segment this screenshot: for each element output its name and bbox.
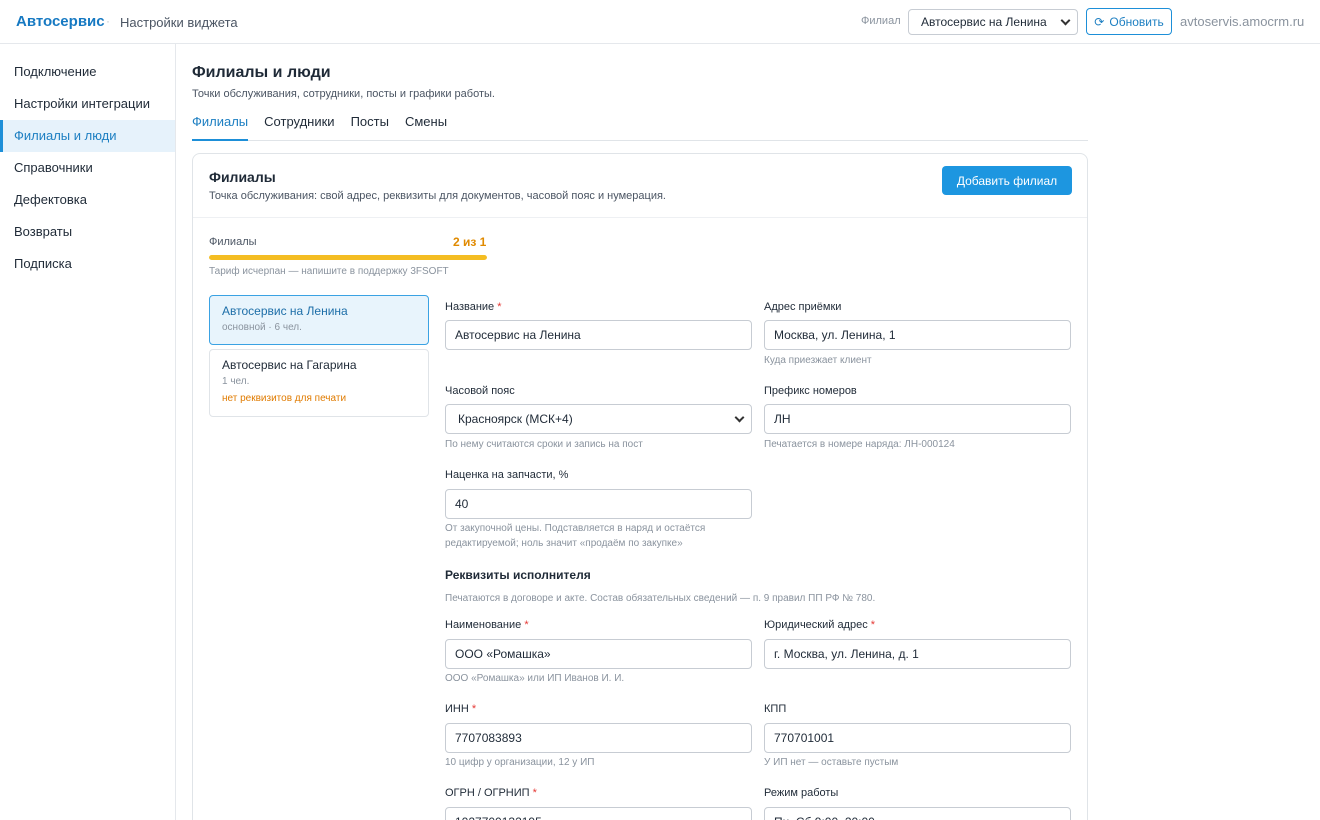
tab-branches[interactable]: Филиалы [192, 114, 249, 141]
account-domain: avtoservis.amocrm.ru [1180, 14, 1305, 29]
address-field-hint: Куда приезжает клиент [764, 355, 872, 366]
card-header: Филиалы Точка обслуживания: свой адрес, … [193, 154, 1087, 218]
kpp-field-label: КПП [764, 703, 787, 715]
timezone-select-value: Красноярск (МСК+4) [458, 412, 573, 426]
inn-field-hint: 10 цифр у организации, 12 у ИП [445, 757, 595, 768]
branch-name: Автосервис на Гагарина [222, 358, 357, 372]
legal-address-field-label: Юридический адрес * [764, 619, 876, 631]
sidebar-item-branches-people[interactable]: Филиалы и люди [0, 120, 175, 152]
branch-list-item-selected[interactable]: Автосервис на Ленина основной · 6 чел. [209, 295, 429, 345]
address-field[interactable]: Москва, ул. Ленина, 1 [764, 320, 1071, 350]
sidebar-item-integration-settings[interactable]: Настройки интеграции [0, 88, 175, 120]
quota-label: Филиалы [209, 236, 257, 248]
add-branch-button[interactable]: Добавить филиал [942, 166, 1072, 195]
quota-count: 2 из 1 [453, 235, 487, 249]
prefix-field-hint: Печатается в номере наряда: ЛН-000124 [764, 439, 955, 450]
page-subtitle: Точки обслуживания, сотрудники, посты и … [192, 88, 495, 100]
tab-employees[interactable]: Сотрудники [264, 114, 334, 141]
brand-logo[interactable]: Автосервис [16, 13, 105, 30]
top-bar: Автосервис · Настройки виджета Филиал Ав… [0, 0, 1320, 44]
inn-field[interactable]: 7707083893 [445, 723, 752, 753]
required-mark: * [497, 301, 502, 313]
markup-field-label: Наценка на запчасти, % [445, 469, 569, 481]
name-field-label: Название * [445, 301, 502, 313]
refresh-icon: ⟳ [1094, 14, 1105, 29]
legal-name-field-hint: ООО «Ромашка» или ИП Иванов И. И. [445, 673, 625, 684]
tab-shifts[interactable]: Смены [405, 114, 447, 141]
schedule-field[interactable]: Пн–Сб 9:00–20:00 [764, 807, 1071, 820]
sidebar-item-directories[interactable]: Справочники [0, 152, 175, 184]
markup-field-hint-line2: редактируемой; ноль значит «продаём по з… [445, 538, 683, 549]
quota-progress-fill [209, 255, 487, 260]
kpp-field[interactable]: 770701001 [764, 723, 1071, 753]
branch-meta: основной · 6 чел. [222, 322, 302, 333]
tab-posts[interactable]: Посты [351, 114, 389, 141]
refresh-button-label: Обновить [1109, 14, 1164, 29]
timezone-field-label: Часовой пояс [445, 385, 515, 397]
markup-field-hint-line1: От закупочной цены. Подставляется в наря… [445, 523, 706, 534]
markup-field[interactable]: 40 [445, 489, 752, 519]
card-subtitle: Точка обслуживания: свой адрес, реквизит… [209, 190, 666, 202]
refresh-button[interactable]: ⟳ Обновить [1086, 8, 1172, 35]
required-mark: * [471, 703, 477, 715]
sidebar-item-connection[interactable]: Подключение [0, 56, 175, 88]
required-mark: * [524, 619, 529, 631]
timezone-field-hint: По нему считаются сроки и запись на пост [445, 439, 643, 450]
card-title: Филиалы [209, 169, 276, 185]
branch-selector-label: Филиал [861, 15, 901, 27]
legal-name-field-label: Наименование * [445, 619, 529, 631]
schedule-field-label: Режим работы [764, 787, 839, 799]
ogrn-field[interactable]: 1027700132195 [445, 807, 752, 820]
requisites-section-title: Реквизиты исполнителя [445, 568, 591, 582]
name-field[interactable]: Автосервис на Ленина [445, 320, 752, 350]
sidebar-item-subscription[interactable]: Подписка [0, 248, 175, 280]
chevron-down-icon [1060, 15, 1071, 26]
prefix-field[interactable]: ЛН [764, 404, 1071, 434]
requisites-note: Печатаются в договоре и акте. Состав обя… [445, 593, 876, 604]
quota-note: Тариф исчерпан — напишите в поддержку 3F… [209, 266, 449, 277]
sidebar: Подключение Настройки интеграции Филиалы… [0, 44, 176, 820]
quota-progress-bar [209, 255, 487, 260]
chevron-down-icon [734, 412, 745, 423]
sidebar-item-returns[interactable]: Возвраты [0, 216, 175, 248]
kpp-field-hint: У ИП нет — оставьте пустым [764, 757, 899, 768]
branch-select-value: Автосервис на Ленина [921, 15, 1047, 29]
prefix-field-label: Префикс номеров [764, 385, 857, 397]
page-title: Филиалы и люди [192, 64, 331, 81]
branch-name: Автосервис на Ленина [222, 304, 348, 318]
branch-list-item[interactable]: Автосервис на Гагарина 1 чел. нет реквиз… [209, 349, 429, 417]
inn-field-label: ИНН * [445, 703, 477, 715]
branch-warning: нет реквизитов для печати [222, 393, 347, 404]
sidebar-item-defects[interactable]: Дефектовка [0, 184, 175, 216]
legal-name-field[interactable]: ООО «Ромашка» [445, 639, 752, 669]
required-mark: * [870, 619, 876, 631]
tab-bar: Филиалы Сотрудники Посты Смены [192, 114, 1088, 141]
branch-select[interactable]: Автосервис на Ленина [908, 9, 1078, 35]
branches-card: Филиалы Точка обслуживания: свой адрес, … [192, 153, 1088, 820]
address-field-label: Адрес приёмки [764, 301, 842, 313]
header-subtitle: Настройки виджета [120, 15, 238, 30]
brand-separator: · [106, 14, 110, 28]
required-mark: * [532, 787, 537, 799]
timezone-select[interactable]: Красноярск (МСК+4) [445, 404, 752, 434]
ogrn-field-label: ОГРН / ОГРНИП * [445, 787, 537, 799]
branch-meta: 1 чел. [222, 376, 250, 387]
legal-address-field[interactable]: г. Москва, ул. Ленина, д. 1 [764, 639, 1071, 669]
